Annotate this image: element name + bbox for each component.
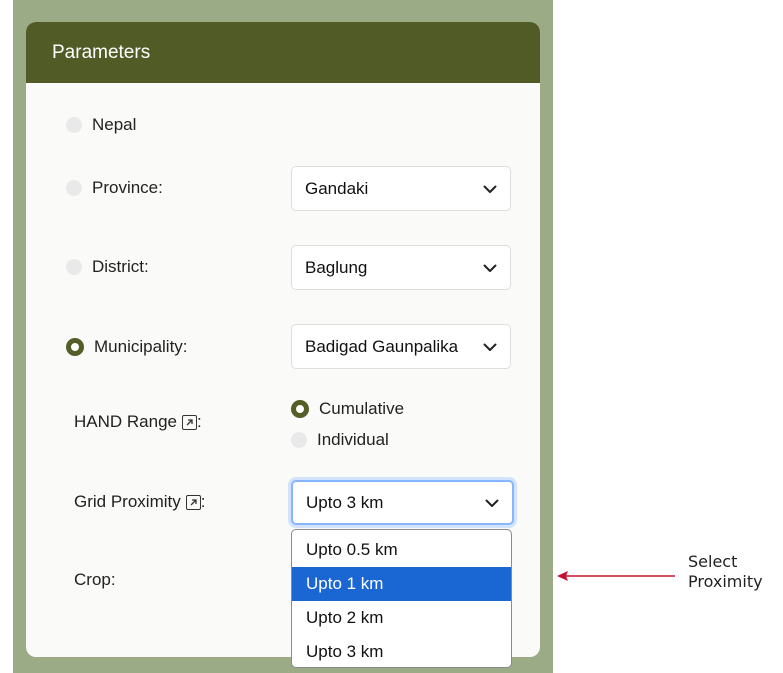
radio-municipality-label: Municipality:: [94, 337, 188, 356]
chevron-down-icon: [485, 499, 499, 507]
annotation-text: Select Proximity: [688, 552, 763, 592]
district-select[interactable]: Baglung: [291, 245, 511, 290]
province-select[interactable]: Gandaki: [291, 166, 511, 211]
radio-cumulative-label: Cumulative: [319, 399, 405, 418]
hand-cumulative-row[interactable]: Cumulative: [291, 399, 404, 419]
district-select-value: Baglung: [305, 257, 368, 277]
radio-nepal-label: Nepal: [92, 115, 137, 134]
option-upto-0-5-km[interactable]: Upto 0.5 km: [292, 533, 511, 567]
chevron-down-icon: [483, 264, 497, 272]
hand-range-suffix: :: [197, 412, 202, 431]
grid-proximity-label: Grid Proximity: [74, 492, 181, 511]
option-upto-3-km[interactable]: Upto 3 km: [292, 635, 511, 667]
chevron-down-icon: [483, 343, 497, 351]
radio-district-row[interactable]: District:: [66, 257, 149, 277]
grid-proximity-suffix: :: [200, 492, 206, 511]
radio-nepal[interactable]: [66, 117, 82, 133]
grid-proximity-select[interactable]: Upto 3 km: [291, 480, 514, 525]
radio-nepal-row[interactable]: Nepal: [66, 115, 136, 135]
radio-district[interactable]: [66, 259, 82, 275]
province-select-value: Gandaki: [305, 178, 369, 198]
external-link-icon[interactable]: [182, 414, 197, 430]
hand-range-label: HAND Range: [74, 412, 177, 431]
option-upto-2-km[interactable]: Upto 2 km: [292, 601, 511, 635]
municipality-select-value: Badigad Gaunpalika: [305, 336, 459, 356]
grid-proximity-label-row: Grid Proximity :: [74, 492, 205, 512]
grid-proximity-options: Upto 0.5 km Upto 1 km Upto 2 km Upto 3 k…: [291, 529, 512, 668]
municipality-select[interactable]: Badigad Gaunpalika: [291, 324, 511, 369]
radio-municipality[interactable]: [66, 338, 84, 356]
chevron-down-icon: [483, 185, 497, 193]
crop-label-row: Crop:: [74, 570, 116, 590]
panel-title: Parameters: [26, 22, 540, 83]
hand-range-label-row: HAND Range :: [74, 412, 202, 432]
annotation-line-2: Proximity: [688, 572, 763, 591]
radio-province-row[interactable]: Province:: [66, 178, 163, 198]
option-upto-1-km[interactable]: Upto 1 km: [292, 567, 511, 601]
radio-individual-label: Individual: [317, 430, 389, 449]
radio-individual[interactable]: [291, 432, 307, 448]
annotation-arrow-icon: [557, 571, 675, 581]
radio-province[interactable]: [66, 180, 82, 196]
hand-individual-row[interactable]: Individual: [291, 430, 389, 450]
annotation-line-1: Select: [688, 552, 738, 571]
external-link-icon[interactable]: [185, 494, 201, 510]
radio-cumulative[interactable]: [291, 400, 309, 418]
radio-municipality-row[interactable]: Municipality:: [66, 337, 188, 357]
radio-district-label: District:: [92, 257, 149, 276]
radio-province-label: Province:: [92, 178, 163, 197]
crop-label: Crop:: [74, 570, 116, 589]
grid-proximity-select-value: Upto 3 km: [306, 492, 384, 512]
